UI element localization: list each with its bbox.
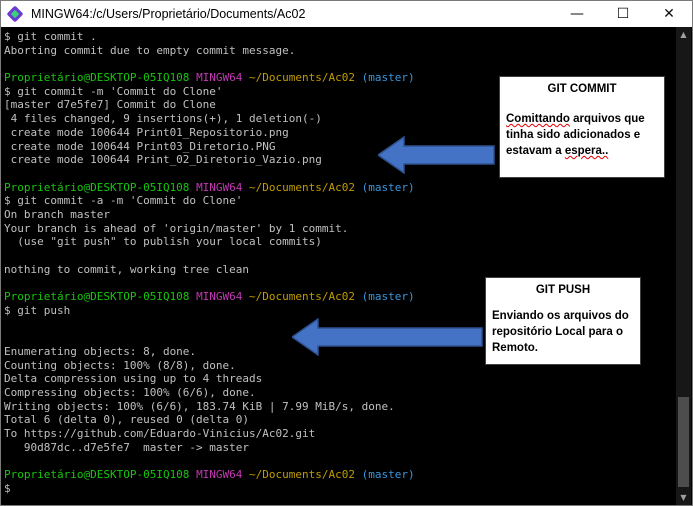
close-button[interactable]: ✕	[646, 1, 692, 27]
prompt-path: ~/Documents/Ac02	[249, 71, 356, 85]
output-line: To https://github.com/Eduardo-Vinicius/A…	[4, 426, 316, 440]
prompt-line: Proprietário@DESKTOP-05IQ108 MINGW64 ~/D…	[4, 468, 677, 482]
commit-arrow-icon	[378, 136, 495, 174]
scroll-up-arrow-icon[interactable]: ▲	[676, 27, 691, 42]
output-line: $ git commit -a -m 'Commit do Clone'	[4, 194, 243, 208]
prompt-host: MINGW64	[196, 290, 243, 304]
callout-body: Enviando os arquivos do repositório Loca…	[492, 308, 640, 356]
prompt-branch: (master)	[361, 468, 415, 481]
output-line: On branch master	[4, 207, 110, 221]
prompt-path: ~/Documents/Ac02	[249, 290, 356, 304]
callout-text: espera..	[564, 145, 609, 157]
git-commit-callout: GIT COMMIT Comittando arquivos que tinha…	[499, 76, 665, 178]
prompt-branch: (master)	[361, 71, 415, 85]
callout-body: Comittando arquivos que tinha sido adici…	[506, 111, 664, 159]
output-line: Aborting commit due to empty commit mess…	[4, 43, 296, 57]
callout-text: Remoto.	[492, 342, 538, 354]
output-line: (use "git push" to publish your local co…	[4, 235, 322, 249]
output-line: Total 6 (delta 0), reused 0 (delta 0)	[4, 413, 250, 427]
git-bash-icon	[6, 5, 24, 23]
prompt-host: MINGW64	[196, 180, 243, 194]
prompt-path: ~/Documents/Ac02	[249, 180, 356, 194]
callout-text: arquivos que	[569, 113, 645, 125]
callout-text: Comittando	[506, 113, 570, 125]
title-bar[interactable]: MINGW64:/c/Users/Proprietário/Documents/…	[1, 1, 692, 27]
prompt-user: Proprietário@DESKTOP-05IQ108	[4, 290, 190, 304]
callout-title: GIT PUSH	[535, 284, 591, 296]
callout-text: tinha sido adicionados e	[506, 129, 641, 141]
prompt-host: MINGW64	[196, 71, 243, 85]
callout-text: repositório Local para o	[492, 326, 623, 338]
scroll-down-arrow-icon[interactable]: ▼	[676, 490, 691, 505]
callout-text: estavam a	[506, 145, 565, 157]
prompt-path: ~/Documents/Ac02	[249, 468, 356, 481]
git-push-callout: GIT PUSH Enviando os arquivos do reposit…	[485, 277, 641, 365]
prompt-host: MINGW64	[196, 468, 243, 481]
maximize-button[interactable]: ☐	[600, 1, 646, 27]
commit-arrow-shape	[378, 136, 495, 174]
scroll-thumb[interactable]	[678, 397, 689, 487]
prompt-branch: (master)	[361, 180, 415, 194]
output-line: $	[4, 481, 11, 495]
output-line: Your branch is ahead of 'origin/master' …	[4, 221, 349, 235]
window-controls: — ☐ ✕	[554, 1, 692, 27]
vertical-scrollbar[interactable]: ▲ ▼	[676, 27, 691, 505]
push-arrow-shape	[292, 318, 483, 356]
minimize-button[interactable]: —	[554, 1, 600, 27]
prompt-branch: (master)	[361, 290, 415, 304]
output-line: $ git commit .	[4, 30, 97, 43]
push-arrow-icon	[292, 318, 483, 356]
window-title: MINGW64:/c/Users/Proprietário/Documents/…	[31, 7, 306, 21]
prompt-line: Proprietário@DESKTOP-05IQ108 MINGW64 ~/D…	[4, 181, 677, 195]
callout-text: Enviando os arquivos do	[492, 310, 629, 322]
output-line: Delta compression using up to 4 threads	[4, 372, 263, 386]
prompt-user: Proprietário@DESKTOP-05IQ108	[4, 71, 190, 85]
prompt-user: Proprietário@DESKTOP-05IQ108	[4, 180, 190, 194]
output-line: Compressing objects: 100% (6/6), done.	[4, 385, 256, 399]
output-line: 90d87dc..d7e5fe7 master -> master	[4, 440, 250, 454]
callout-title: GIT COMMIT	[547, 83, 617, 95]
prompt-user: Proprietário@DESKTOP-05IQ108	[4, 468, 190, 481]
output-line: nothing to commit, working tree clean	[4, 262, 250, 276]
output-line: Writing objects: 100% (6/6), 183.74 KiB …	[4, 399, 395, 413]
